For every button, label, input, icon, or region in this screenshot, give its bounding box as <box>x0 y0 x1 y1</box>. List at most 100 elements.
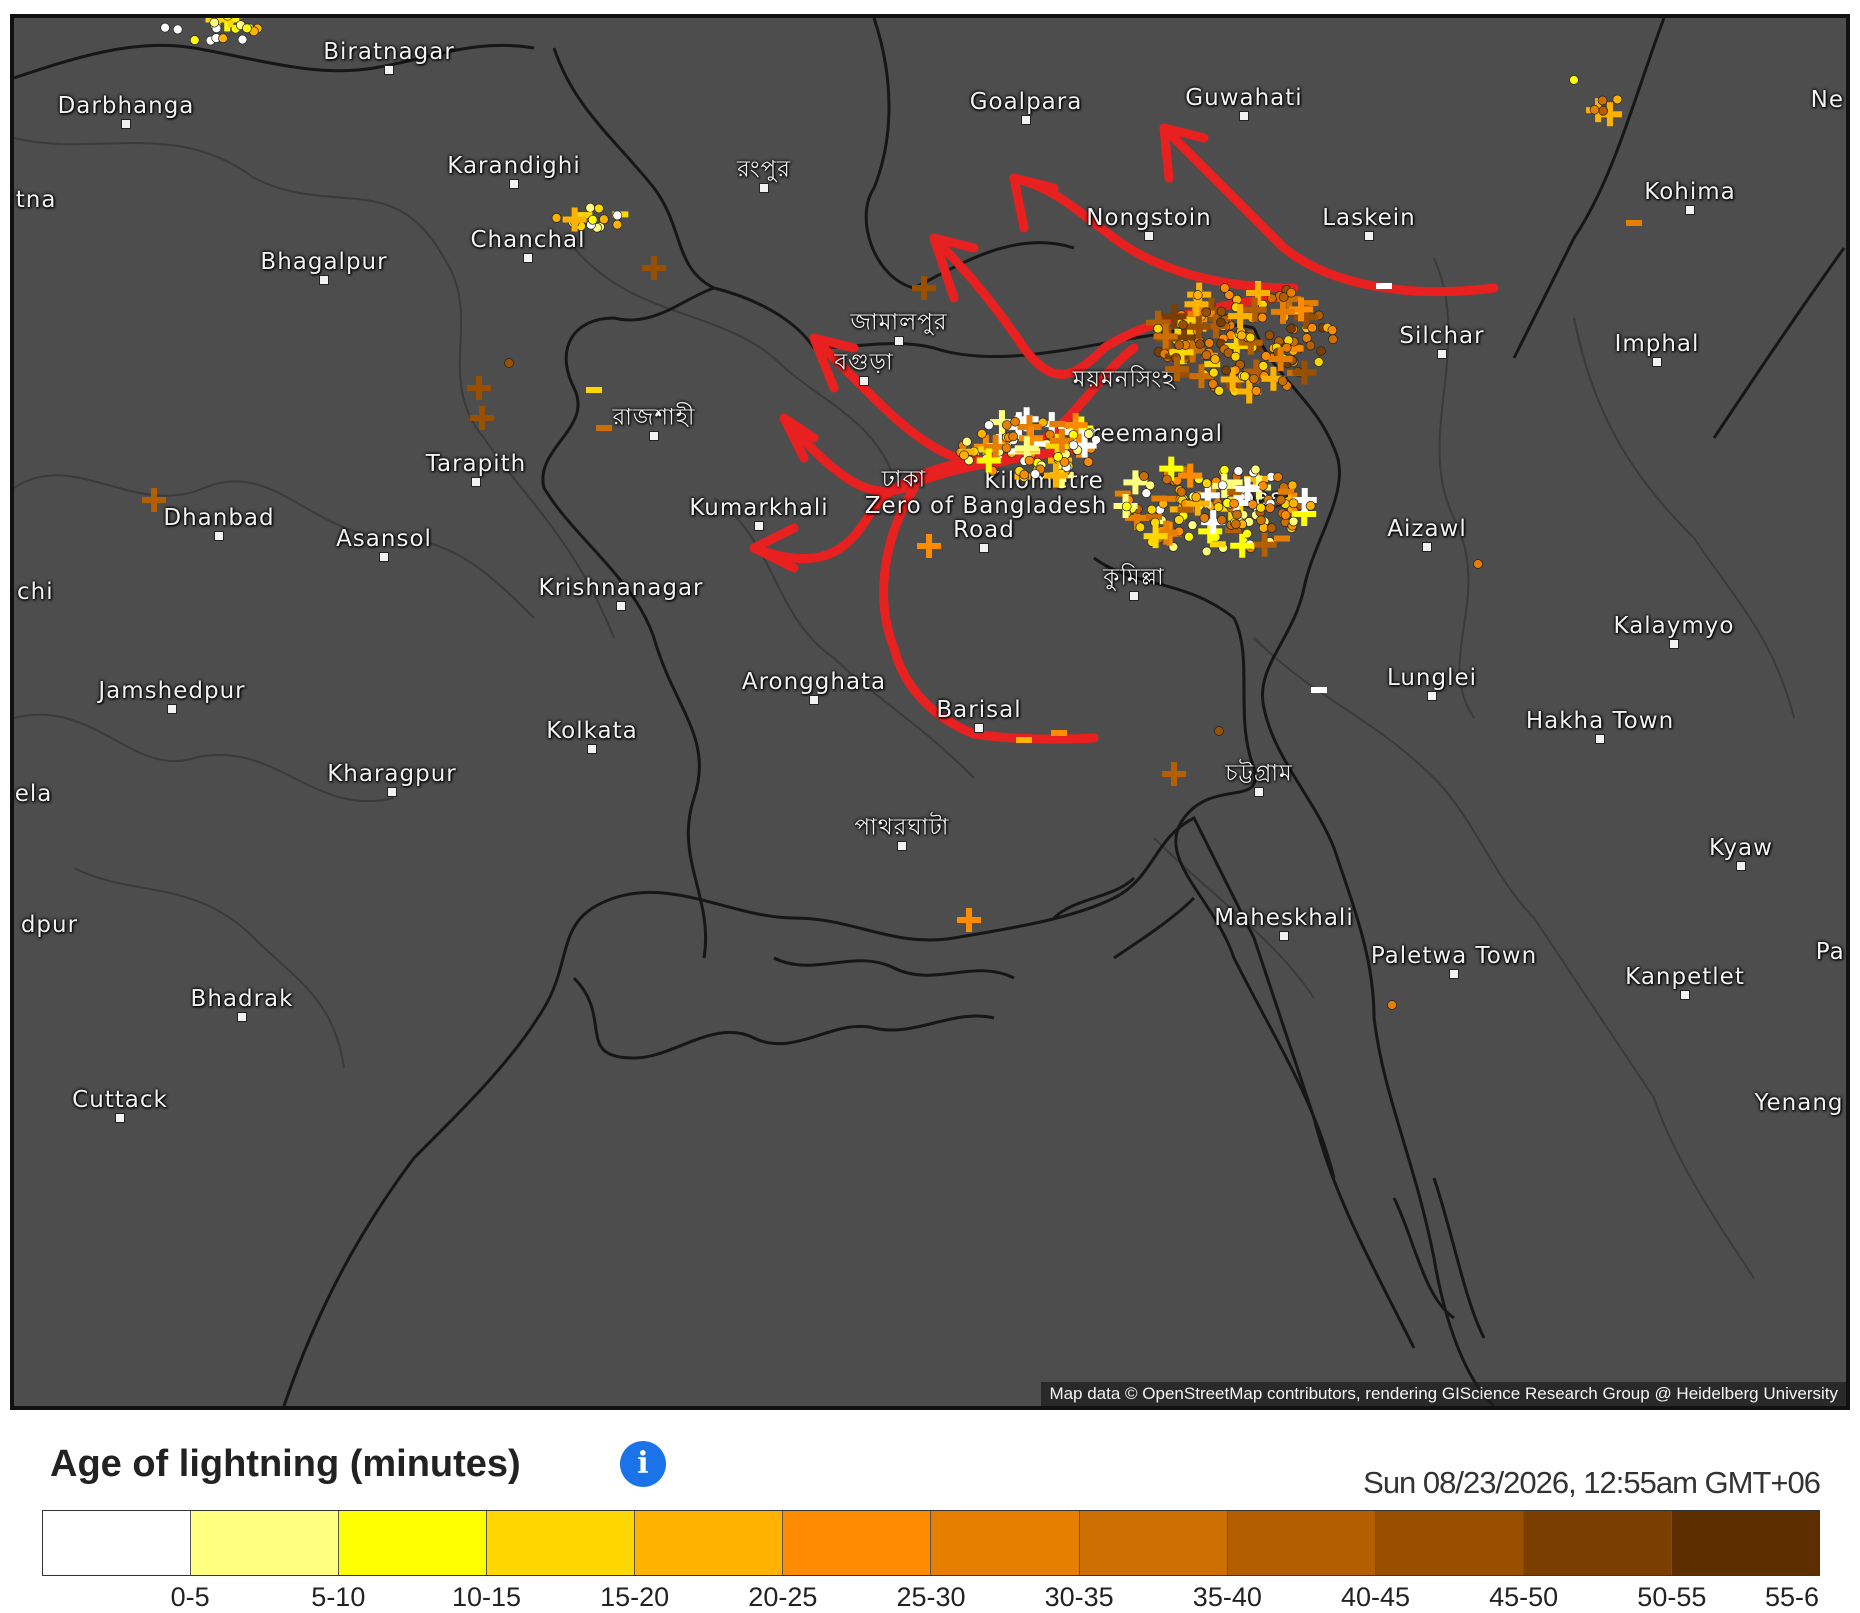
lightning-strike <box>1146 504 1157 515</box>
lightning-strike <box>1221 365 1232 376</box>
lightning-strike <box>1249 374 1259 384</box>
lightning-strike <box>1236 330 1247 341</box>
lightning-strike <box>1266 523 1277 533</box>
lightning-strike <box>1053 452 1063 462</box>
lightning-strike <box>1191 492 1202 502</box>
lightning-strike <box>1589 104 1600 115</box>
lightning-strike <box>1184 531 1194 542</box>
lightning-strike <box>1265 503 1275 513</box>
lightning-strike <box>1068 440 1079 451</box>
scale-label-10: 50-55 <box>1637 1582 1707 1612</box>
lightning-strike <box>1174 515 1184 525</box>
lightning-strike <box>1019 469 1030 480</box>
lightning-strike <box>1286 287 1297 298</box>
lightning-strike <box>1473 559 1483 569</box>
lightning-strike <box>1201 350 1212 360</box>
lightning-strike <box>1162 474 1172 485</box>
lightning-strike <box>1247 499 1258 510</box>
lightning-strike <box>160 22 170 33</box>
lightning-strike <box>1252 532 1277 557</box>
lightning-strike <box>1316 346 1326 356</box>
lightning-strike <box>1208 379 1218 389</box>
lightning-strike <box>1083 429 1094 439</box>
lightning-strike <box>142 488 166 512</box>
lightning-strike <box>1139 471 1149 482</box>
lightning-strike <box>1214 726 1224 736</box>
lightning-strike <box>1313 357 1324 367</box>
lightning-strike <box>1598 105 1609 116</box>
lightning-strike <box>242 23 252 34</box>
lightning-strike <box>1273 472 1283 482</box>
lightning-strike <box>1201 546 1212 557</box>
lightning-strike <box>1030 469 1041 479</box>
lightning-strike <box>1177 506 1194 513</box>
lightning-strike <box>1239 371 1250 382</box>
lightning-strike <box>1208 367 1219 378</box>
lightning-map[interactable]: Biratnagar Darbhanga tna Karandighi রংপুর Goa… <box>10 14 1850 1410</box>
scale-label-4: 20-25 <box>748 1582 818 1612</box>
scale-swatch-2 <box>339 1511 488 1575</box>
lightning-strike <box>1201 478 1212 489</box>
lightning-strike <box>551 213 562 223</box>
scale-label-11: 55-6 <box>1764 1582 1820 1612</box>
scale-swatch-3 <box>487 1511 636 1575</box>
lightning-strike <box>1250 464 1261 475</box>
lightning-strike <box>1219 283 1230 293</box>
scale-swatch-1 <box>191 1511 340 1575</box>
lightning-strike <box>1187 520 1198 530</box>
scale-label-6: 30-35 <box>1044 1582 1114 1612</box>
lightning-strike <box>1597 95 1608 106</box>
lightning-strike <box>1216 306 1227 317</box>
scale-swatch-6 <box>931 1511 1080 1575</box>
lightning-strike <box>1256 515 1266 526</box>
lightning-strike <box>1264 330 1275 341</box>
lightning-strike <box>1083 457 1094 467</box>
scale-swatch-10 <box>1523 1511 1672 1575</box>
scale-swatch-11 <box>1671 1511 1819 1575</box>
scale-label-5: 25-30 <box>896 1582 966 1612</box>
lightning-strike <box>1230 519 1241 529</box>
lightning-strike <box>1288 516 1299 527</box>
lightning-strike <box>984 420 994 431</box>
lightning-strike <box>1327 325 1338 336</box>
lightning-strike <box>962 436 972 447</box>
lightning-strike <box>1195 339 1205 349</box>
lightning-strike <box>1305 340 1316 351</box>
lightning-strike <box>1276 495 1286 505</box>
lightning-strike <box>1287 480 1298 491</box>
lightning-strike <box>504 358 514 368</box>
lightning-strike <box>1217 514 1227 525</box>
lightning-strike <box>1001 420 1012 430</box>
lightning-strike <box>1311 687 1327 693</box>
lightning-strike <box>1210 354 1221 365</box>
legend-timestamp: Sun 08/23/2026, 12:55am GMT+06 <box>1363 1465 1821 1500</box>
lightning-strike <box>596 425 612 431</box>
lightning-strike <box>1387 1000 1397 1010</box>
lightning-strike <box>1010 416 1020 427</box>
lightning-strike <box>1176 487 1187 497</box>
scale-swatch-5 <box>783 1511 932 1575</box>
scale-label-1: 5-10 <box>311 1582 366 1612</box>
lightning-strike <box>1201 307 1212 318</box>
scale-swatch-4 <box>635 1511 784 1575</box>
lightning-strike <box>1232 509 1242 520</box>
info-icon[interactable]: i <box>620 1441 666 1487</box>
lightning-strike <box>1016 737 1032 743</box>
lightning-strike <box>1008 431 1019 442</box>
lightning-strike <box>1307 322 1318 333</box>
lightning-strike <box>917 534 941 558</box>
legend-title: Age of lightning (minutes) <box>50 1443 521 1485</box>
lightning-strike <box>1302 300 1319 307</box>
lightning-strike <box>586 387 602 393</box>
lightning-strike <box>1204 338 1215 348</box>
lightning-strike <box>594 203 604 214</box>
lightning-strike <box>237 34 248 45</box>
lightning-strike <box>585 202 596 213</box>
lightning-strike <box>1192 290 1203 300</box>
scale-swatch-9 <box>1375 1511 1524 1575</box>
lightning-strike <box>612 219 623 230</box>
lightning-strike <box>1286 323 1296 334</box>
map-attribution[interactable]: Map data © OpenStreetMap contributors, r… <box>1041 1382 1846 1406</box>
lightning-strike <box>467 376 491 400</box>
lightning-strike <box>1219 465 1230 475</box>
